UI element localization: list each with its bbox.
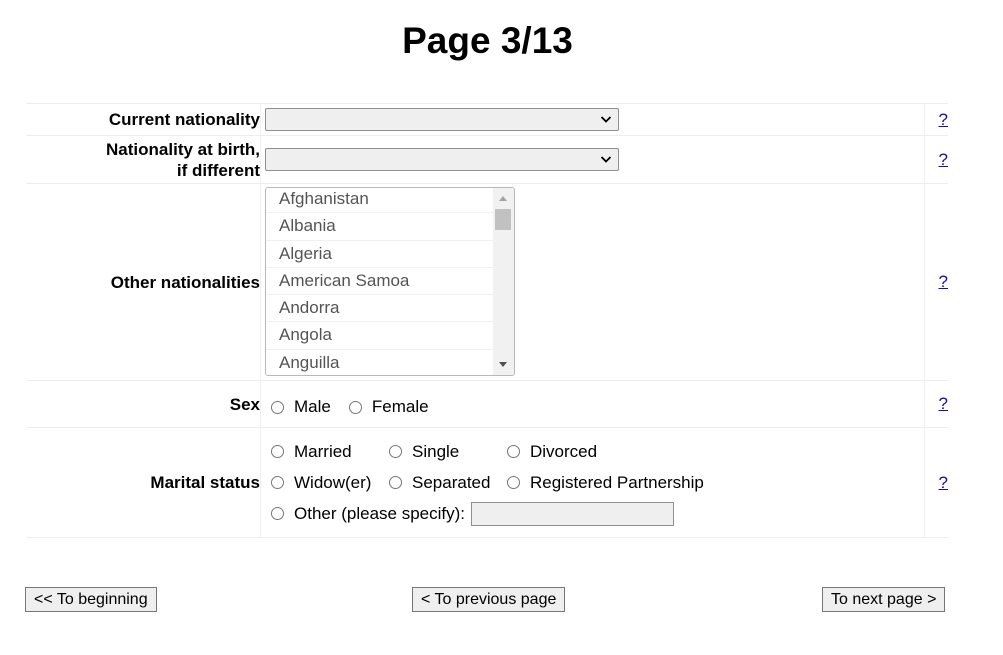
nationality-at-birth-label: Nationality at birth, if different	[26, 136, 260, 183]
row-nationality-at-birth: Nationality at birth, if different ?	[26, 135, 948, 183]
sex-label: Sex	[229, 394, 260, 414]
radio-button[interactable]	[271, 507, 284, 520]
chevron-down-icon	[600, 156, 612, 163]
row-current-nationality: Current nationality ?	[26, 103, 948, 135]
listbox-option[interactable]: Albania	[266, 213, 493, 241]
radio-button[interactable]	[348, 400, 362, 414]
radio-button[interactable]	[271, 476, 284, 489]
sex-help-link[interactable]: ?	[939, 394, 948, 414]
scroll-down-arrow-icon[interactable]	[499, 362, 507, 367]
other-nationalities-label: Other nationalities	[110, 272, 260, 292]
listbox-option[interactable]: Anguilla	[266, 350, 493, 375]
marital-widower-option[interactable]: Widow(er)	[265, 473, 383, 493]
marital-married-option[interactable]: Married	[265, 442, 383, 462]
to-beginning-button[interactable]: << To beginning	[25, 587, 157, 612]
listbox-option[interactable]: Andorra	[266, 295, 493, 323]
nationality-at-birth-label-line2: if different	[176, 160, 260, 180]
listbox-scrollbar[interactable]	[493, 188, 514, 375]
marital-widower-label: Widow(er)	[294, 472, 372, 492]
marital-status-label: Marital status	[150, 473, 260, 492]
marital-separated-label: Separated	[412, 472, 491, 492]
radio-button[interactable]	[389, 476, 402, 489]
radio-button[interactable]	[389, 445, 402, 458]
marital-single-label: Single	[412, 441, 460, 461]
marital-registered-partnership-label: Registered Partnership	[530, 472, 704, 492]
marital-status-help-link[interactable]: ?	[939, 473, 948, 493]
radio-button[interactable]	[507, 476, 520, 489]
marital-single-option[interactable]: Single	[383, 442, 501, 462]
scroll-up-arrow-icon[interactable]	[499, 196, 507, 201]
current-nationality-help-link[interactable]: ?	[939, 110, 948, 130]
to-previous-page-button[interactable]: < To previous page	[412, 587, 566, 612]
row-other-nationalities: Other nationalities Afghanistan Albania …	[26, 183, 948, 380]
marital-divorced-label: Divorced	[530, 441, 598, 461]
scrollbar-thumb[interactable]	[495, 209, 511, 230]
to-next-page-button[interactable]: To next page >	[822, 587, 946, 612]
row-marital-status: Marital status Married Single Divorced W…	[26, 427, 948, 538]
listbox-option[interactable]: Afghanistan	[266, 188, 493, 214]
chevron-down-icon	[600, 116, 612, 123]
sex-male-label: Male	[294, 397, 331, 416]
listbox-option[interactable]: Angola	[266, 322, 493, 350]
marital-separated-option[interactable]: Separated	[383, 473, 501, 493]
sex-male-option[interactable]: Male	[265, 397, 331, 417]
radio-button[interactable]	[271, 400, 284, 414]
marital-registered-partnership-option[interactable]: Registered Partnership	[501, 473, 704, 493]
marital-other-input[interactable]	[471, 501, 675, 526]
marital-married-label: Married	[294, 441, 352, 461]
marital-other-label: Other (please specify):	[294, 503, 466, 523]
other-nationalities-help-link[interactable]: ?	[939, 272, 948, 292]
nationality-at-birth-help-link[interactable]: ?	[939, 150, 948, 170]
radio-button[interactable]	[271, 445, 284, 458]
other-nationalities-listbox[interactable]: Afghanistan Albania Algeria American Sam…	[265, 187, 515, 376]
sex-female-label: Female	[371, 397, 429, 416]
current-nationality-select[interactable]	[265, 108, 619, 131]
listbox-option[interactable]: Algeria	[266, 241, 493, 268]
page-title: Page 3/13	[402, 20, 573, 61]
listbox-option[interactable]: American Samoa	[266, 268, 493, 296]
current-nationality-label: Current nationality	[108, 110, 260, 129]
marital-other-option[interactable]: Other (please specify):	[265, 504, 465, 524]
marital-divorced-option[interactable]: Divorced	[501, 442, 597, 462]
row-sex: Sex Male Female ?	[26, 380, 948, 427]
nationality-at-birth-label-line1: Nationality at birth,	[106, 139, 260, 159]
nationality-form: Current nationality ? Nationality at bir…	[26, 103, 948, 538]
nationality-at-birth-select[interactable]	[265, 148, 619, 171]
sex-female-option[interactable]: Female	[343, 397, 429, 417]
radio-button[interactable]	[507, 445, 520, 458]
